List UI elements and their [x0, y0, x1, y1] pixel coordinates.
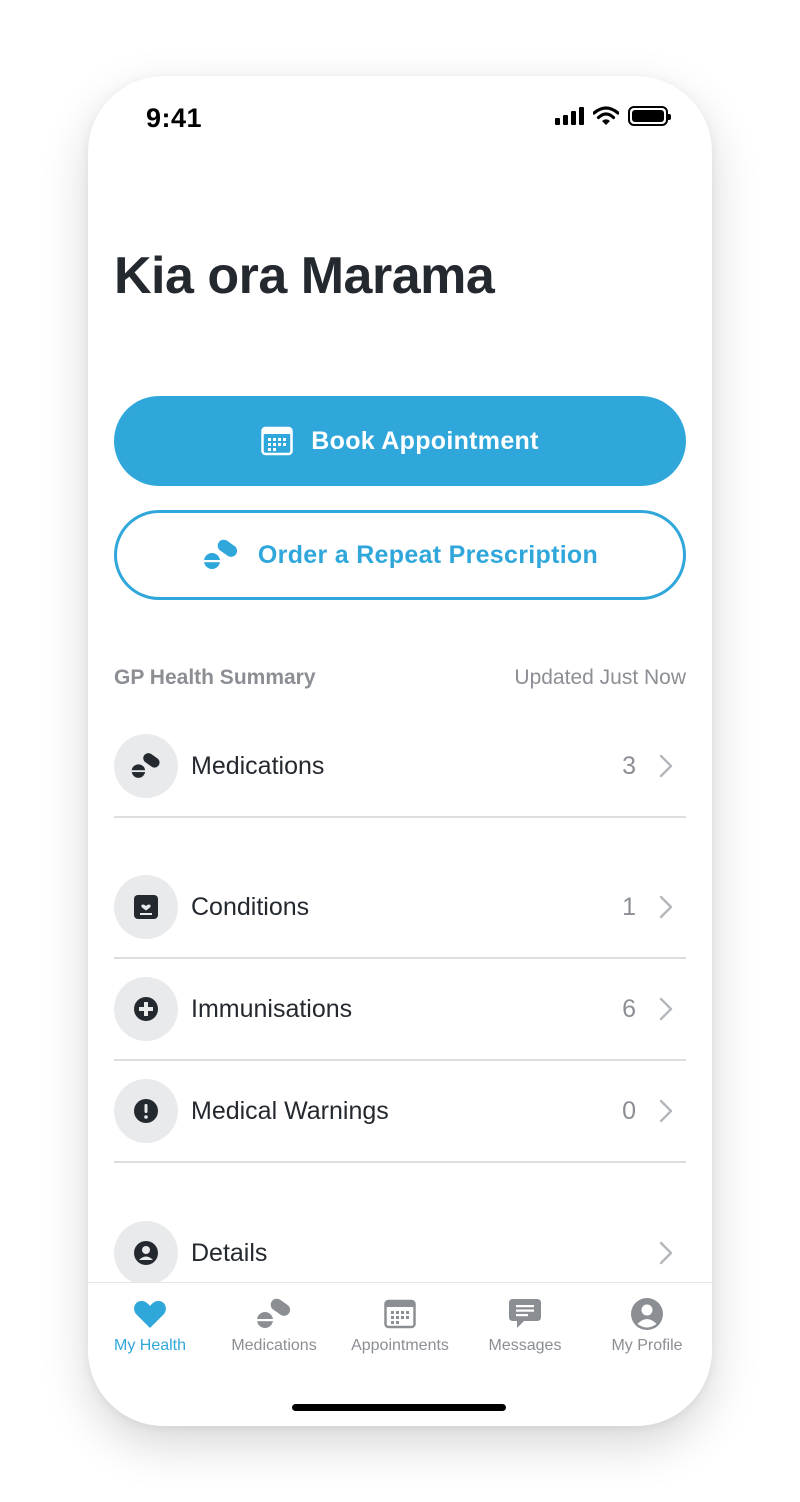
list-item-count: 3	[622, 751, 636, 780]
list-item-label: Details	[191, 1238, 268, 1267]
list-item-label: Medical Warnings	[191, 1096, 389, 1125]
tab-label: Medications	[231, 1337, 317, 1354]
tab-label: Appointments	[351, 1337, 449, 1354]
tab-label: My Profile	[611, 1337, 683, 1354]
tab-my-health[interactable]: My Health	[88, 1297, 212, 1355]
message-icon	[508, 1297, 542, 1331]
book-appointment-button[interactable]: Book Appointment	[114, 396, 686, 486]
list-item-icon-wrap	[114, 875, 178, 939]
repeat-prescription-label: Order a Repeat Prescription	[257, 540, 599, 569]
list-item-immunisations[interactable]: Immunisations 6	[114, 959, 686, 1061]
pills-icon	[255, 1297, 293, 1331]
calendar-icon	[384, 1297, 416, 1331]
pills-icon	[130, 753, 160, 778]
chevron-right-icon	[654, 991, 678, 1027]
tab-appointments[interactable]: Appointments	[338, 1297, 462, 1355]
summary-updated: Updated Just Now	[514, 666, 686, 689]
list-item-count: 1	[622, 892, 636, 921]
wifi-icon	[593, 106, 619, 125]
chevron-right-icon	[654, 889, 678, 925]
phone-screen: 9:41 Kia ora Marama Book Appointment Ord…	[88, 76, 712, 1426]
chevron-right-icon	[654, 1093, 678, 1129]
chevron-right-icon	[654, 1235, 678, 1271]
person-icon	[134, 1241, 158, 1265]
list-item-medical-warnings[interactable]: Medical Warnings 0	[114, 1061, 686, 1163]
list-item-label: Immunisations	[191, 994, 353, 1023]
list-item-count: 0	[622, 1096, 636, 1125]
plus-circle-icon	[134, 997, 158, 1021]
list-item-conditions[interactable]: Conditions 1	[114, 857, 686, 959]
list-item-label: Conditions	[191, 892, 310, 921]
cellular-signal-icon	[555, 107, 584, 125]
chevron-right-icon	[654, 748, 678, 784]
tab-messages[interactable]: Messages	[463, 1297, 587, 1355]
summary-title: GP Health Summary	[114, 666, 316, 689]
list-item-icon-wrap	[114, 1221, 178, 1285]
greeting-title: Kia ora Marama	[114, 247, 495, 305]
tab-label: Messages	[488, 1337, 562, 1354]
battery-icon	[628, 106, 671, 126]
book-appointment-label: Book Appointment	[311, 426, 539, 455]
home-indicator	[292, 1404, 506, 1411]
list-item-icon-wrap	[114, 977, 178, 1041]
list-item-icon-wrap	[114, 734, 178, 798]
tab-label: My Health	[113, 1337, 187, 1354]
summary-header: GP Health Summary Updated Just Now	[114, 666, 686, 690]
list-item-count: 6	[622, 994, 636, 1023]
exclamation-icon	[134, 1099, 158, 1123]
status-icons	[555, 106, 671, 126]
condition-card-icon	[134, 895, 158, 919]
tab-my-profile[interactable]: My Profile	[585, 1297, 709, 1355]
calendar-icon	[261, 426, 294, 456]
list-item-icon-wrap	[114, 1079, 178, 1143]
pills-icon	[202, 539, 238, 569]
repeat-prescription-button[interactable]: Order a Repeat Prescription	[114, 510, 686, 600]
list-item-label: Medications	[191, 751, 325, 780]
profile-icon	[630, 1297, 664, 1331]
tab-medications[interactable]: Medications	[212, 1297, 336, 1355]
heart-icon	[133, 1297, 167, 1331]
status-time: 9:41	[146, 103, 203, 133]
list-item-medications[interactable]: Medications 3	[114, 716, 686, 818]
